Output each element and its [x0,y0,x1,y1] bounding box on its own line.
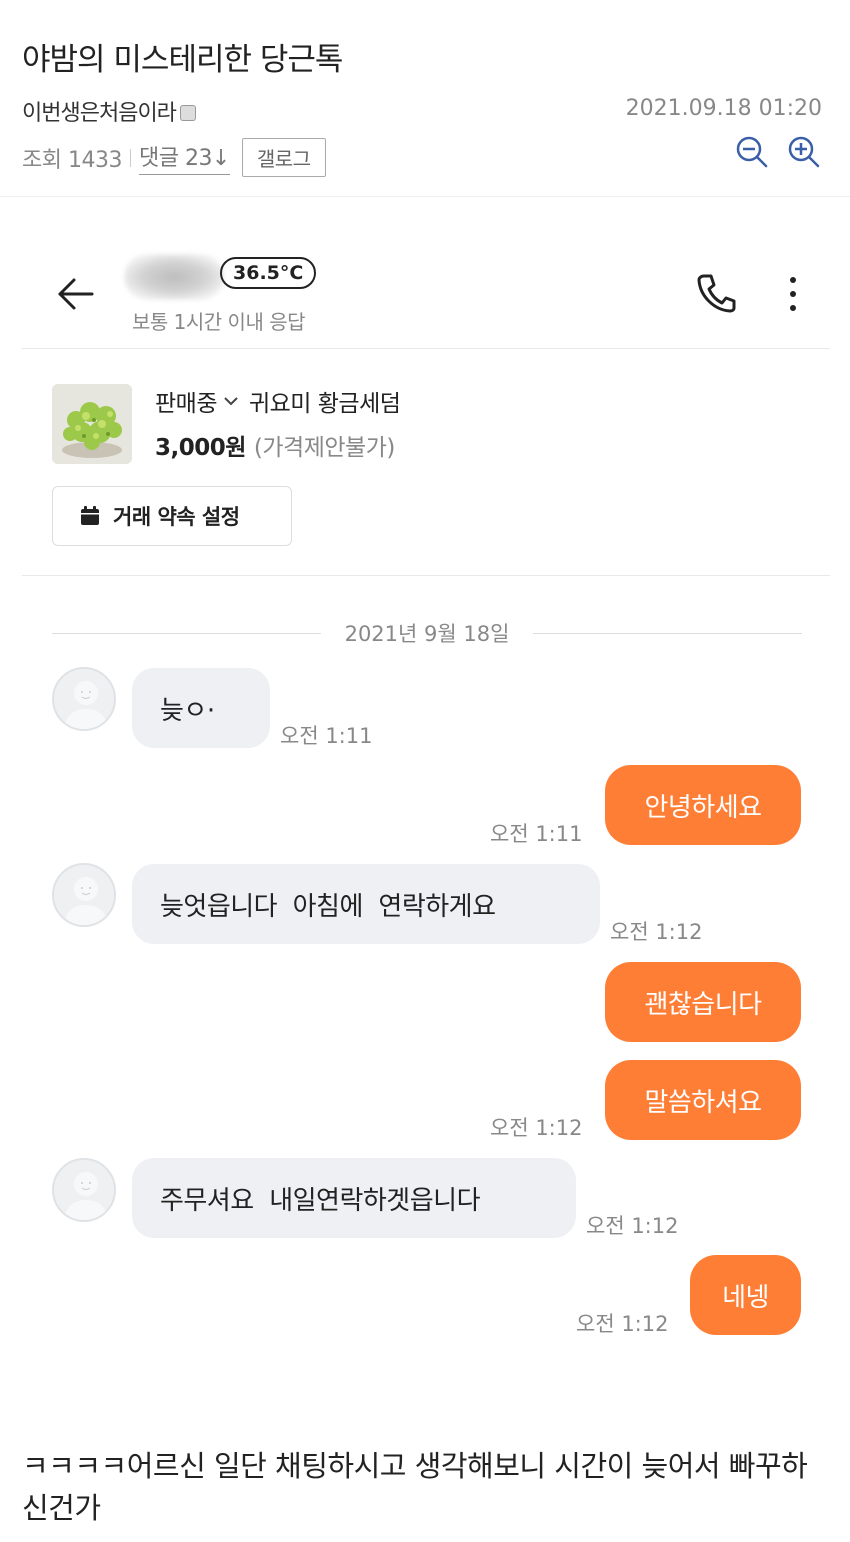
price-note: (가격제안불가) [253,435,395,461]
incoming-message[interactable]: 늦ㅇ· [132,668,270,748]
date-separator-line [533,632,802,634]
message-time: 오전 1:11 [490,822,583,846]
message-time: 오전 1:12 [576,1312,669,1336]
manner-temperature-badge: 36.5°C [220,257,317,289]
meta-divider [129,148,131,167]
author-badge-icon [179,104,196,121]
message-time: 오전 1:12 [490,1116,583,1140]
post-date: 2021.09.18 01:20 [625,96,822,121]
comment-count-link[interactable]: 댓글 23↓ [138,140,230,175]
more-vertical-icon[interactable] [778,272,808,316]
post-title: 야밤의 미스테리한 당근톡 [22,42,343,78]
schedule-button-label: 거래 약속 설정 [113,505,240,529]
outgoing-message[interactable]: 괜찮습니다 [605,962,801,1042]
message-time: 오전 1:11 [280,724,373,748]
date-separator-text: 2021년 9월 18일 [344,622,510,646]
product-thumbnail[interactable] [52,384,132,464]
chat-header-divider [22,348,830,349]
message-time: 오전 1:12 [586,1214,679,1238]
default-avatar-icon[interactable] [52,667,116,731]
view-count: 조회 1433 [22,147,122,173]
response-time-text: 보통 1시간 이내 응답 [132,310,306,334]
gallog-button[interactable]: 갤로그 [241,138,326,177]
zoom-in-icon[interactable] [786,134,822,170]
incoming-message[interactable]: 늦엇읍니다 아침에 연락하게요 [132,864,600,944]
price-line: 3,000원 (가격제안불가) [155,428,395,462]
back-arrow-icon[interactable] [56,274,96,314]
schedule-appointment-button[interactable]: 거래 약속 설정 [52,486,292,546]
outgoing-message[interactable]: 안녕하세요 [605,765,801,845]
phone-icon[interactable] [694,271,738,315]
calendar-icon [81,506,99,525]
date-separator: 2021년 9월 18일 [52,618,802,648]
incoming-message[interactable]: 주무셔요 내일연락하겟읍니다 [132,1158,576,1238]
product-divider [22,575,830,576]
sale-status-dropdown[interactable]: 판매중 [155,384,217,418]
blurred-username [124,254,224,300]
default-avatar-icon[interactable] [52,1158,116,1222]
zoom-out-icon[interactable] [734,134,770,170]
product-status-line: 판매중 귀요미 황금세덤 [155,384,401,418]
post-caption: ㅋㅋㅋㅋ어르신 일단 채팅하시고 생각해보니 시간이 늦어서 빠꾸하신건가 [22,1449,808,1525]
outgoing-message[interactable]: 말씀하셔요 [605,1060,801,1140]
post-meta: 조회 1433 댓글 23↓ 갤로그 [22,138,326,177]
default-avatar-icon[interactable] [52,863,116,927]
chevron-down-icon[interactable] [223,395,239,407]
author-name[interactable]: 이번생은처음이라 [22,95,177,127]
product-price: 3,000원 [155,435,246,461]
outgoing-message[interactable]: 네넹 [690,1255,801,1335]
post-divider [0,196,850,197]
product-name: 귀요미 황금세덤 [248,391,401,417]
succulent-plant-image [52,384,132,464]
date-separator-line [52,632,321,634]
message-time: 오전 1:12 [610,920,703,944]
post-author[interactable]: 이번생은처음이라 [22,95,196,127]
